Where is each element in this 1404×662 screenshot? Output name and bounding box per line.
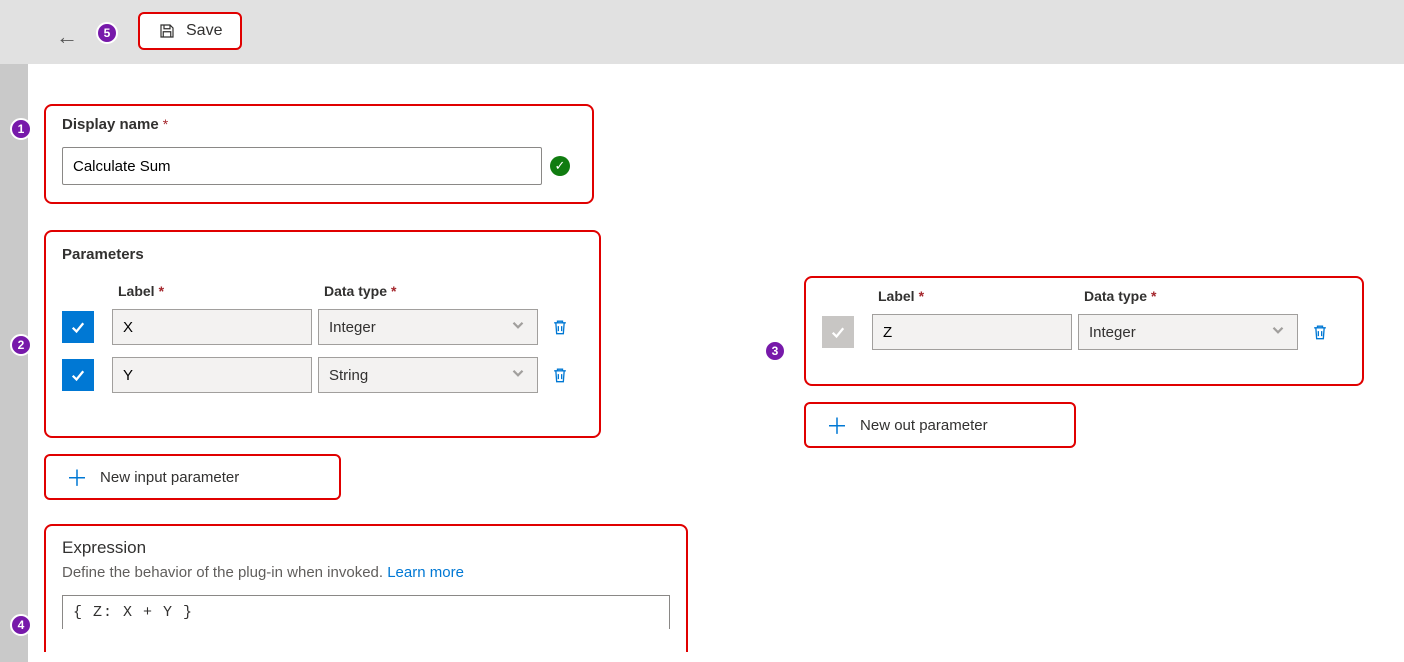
expression-description-row: Define the behavior of the plug-in when …: [62, 564, 670, 581]
valid-check-icon: ✓: [550, 156, 570, 176]
callout-3: 3: [764, 340, 786, 362]
input-label-header: Label: [118, 283, 155, 299]
display-name-section: Display name* ✓: [44, 104, 594, 204]
learn-more-link[interactable]: Learn more: [387, 564, 464, 581]
input-datatype-header: Data type: [324, 283, 387, 299]
param-checkbox[interactable]: [62, 359, 94, 391]
callout-1: 1: [10, 118, 32, 140]
chevron-down-icon: [509, 364, 527, 386]
save-label: Save: [186, 22, 222, 40]
new-out-parameter-label: New out parameter: [860, 417, 988, 434]
param-label-input[interactable]: [872, 314, 1072, 350]
delete-param-button[interactable]: [544, 317, 576, 337]
param-type-dropdown[interactable]: Integer: [318, 309, 538, 345]
display-name-label-row: Display name*: [62, 116, 576, 133]
new-input-parameter-label: New input parameter: [100, 469, 239, 486]
expression-description: Define the behavior of the plug-in when …: [62, 564, 383, 581]
output-datatype-header: Data type: [1084, 288, 1147, 304]
output-label-header: Label: [878, 288, 915, 304]
expression-section: Expression Define the behavior of the pl…: [44, 524, 688, 652]
callout-4: 4: [10, 614, 32, 636]
delete-param-button[interactable]: [1304, 322, 1336, 342]
new-input-parameter-button[interactable]: ＋ New input parameter: [44, 454, 341, 500]
input-param-row: Integer: [62, 309, 583, 345]
required-star: *: [163, 116, 168, 132]
parameters-title: Parameters: [62, 246, 583, 263]
display-name-label: Display name: [62, 116, 159, 133]
input-parameters-section: Parameters Label* Data type* Integer Str…: [44, 230, 601, 438]
callout-2: 2: [10, 334, 32, 356]
chevron-down-icon: [509, 316, 527, 338]
back-arrow-icon[interactable]: ←: [56, 24, 78, 50]
save-button[interactable]: Save: [138, 12, 242, 50]
display-name-input[interactable]: [62, 147, 542, 185]
new-out-parameter-button[interactable]: ＋ New out parameter: [804, 402, 1076, 448]
chevron-down-icon: [1269, 321, 1287, 343]
input-param-row: String: [62, 357, 583, 393]
param-checkbox[interactable]: [62, 311, 94, 343]
param-type-dropdown[interactable]: Integer: [1078, 314, 1298, 350]
param-label-input[interactable]: [112, 357, 312, 393]
param-type-dropdown[interactable]: String: [318, 357, 538, 393]
param-label-input[interactable]: [112, 309, 312, 345]
delete-param-button[interactable]: [544, 365, 576, 385]
output-parameters-section: Label* Data type* Integer: [804, 276, 1364, 386]
save-icon: [158, 22, 176, 40]
plus-icon: ＋: [66, 461, 88, 493]
param-checkbox[interactable]: [822, 316, 854, 348]
callout-5: 5: [96, 22, 118, 44]
plus-icon: ＋: [826, 409, 848, 441]
expression-title: Expression: [62, 538, 670, 558]
output-param-row: Integer: [822, 314, 1346, 350]
expression-input[interactable]: { Z: X + Y }: [62, 595, 670, 629]
